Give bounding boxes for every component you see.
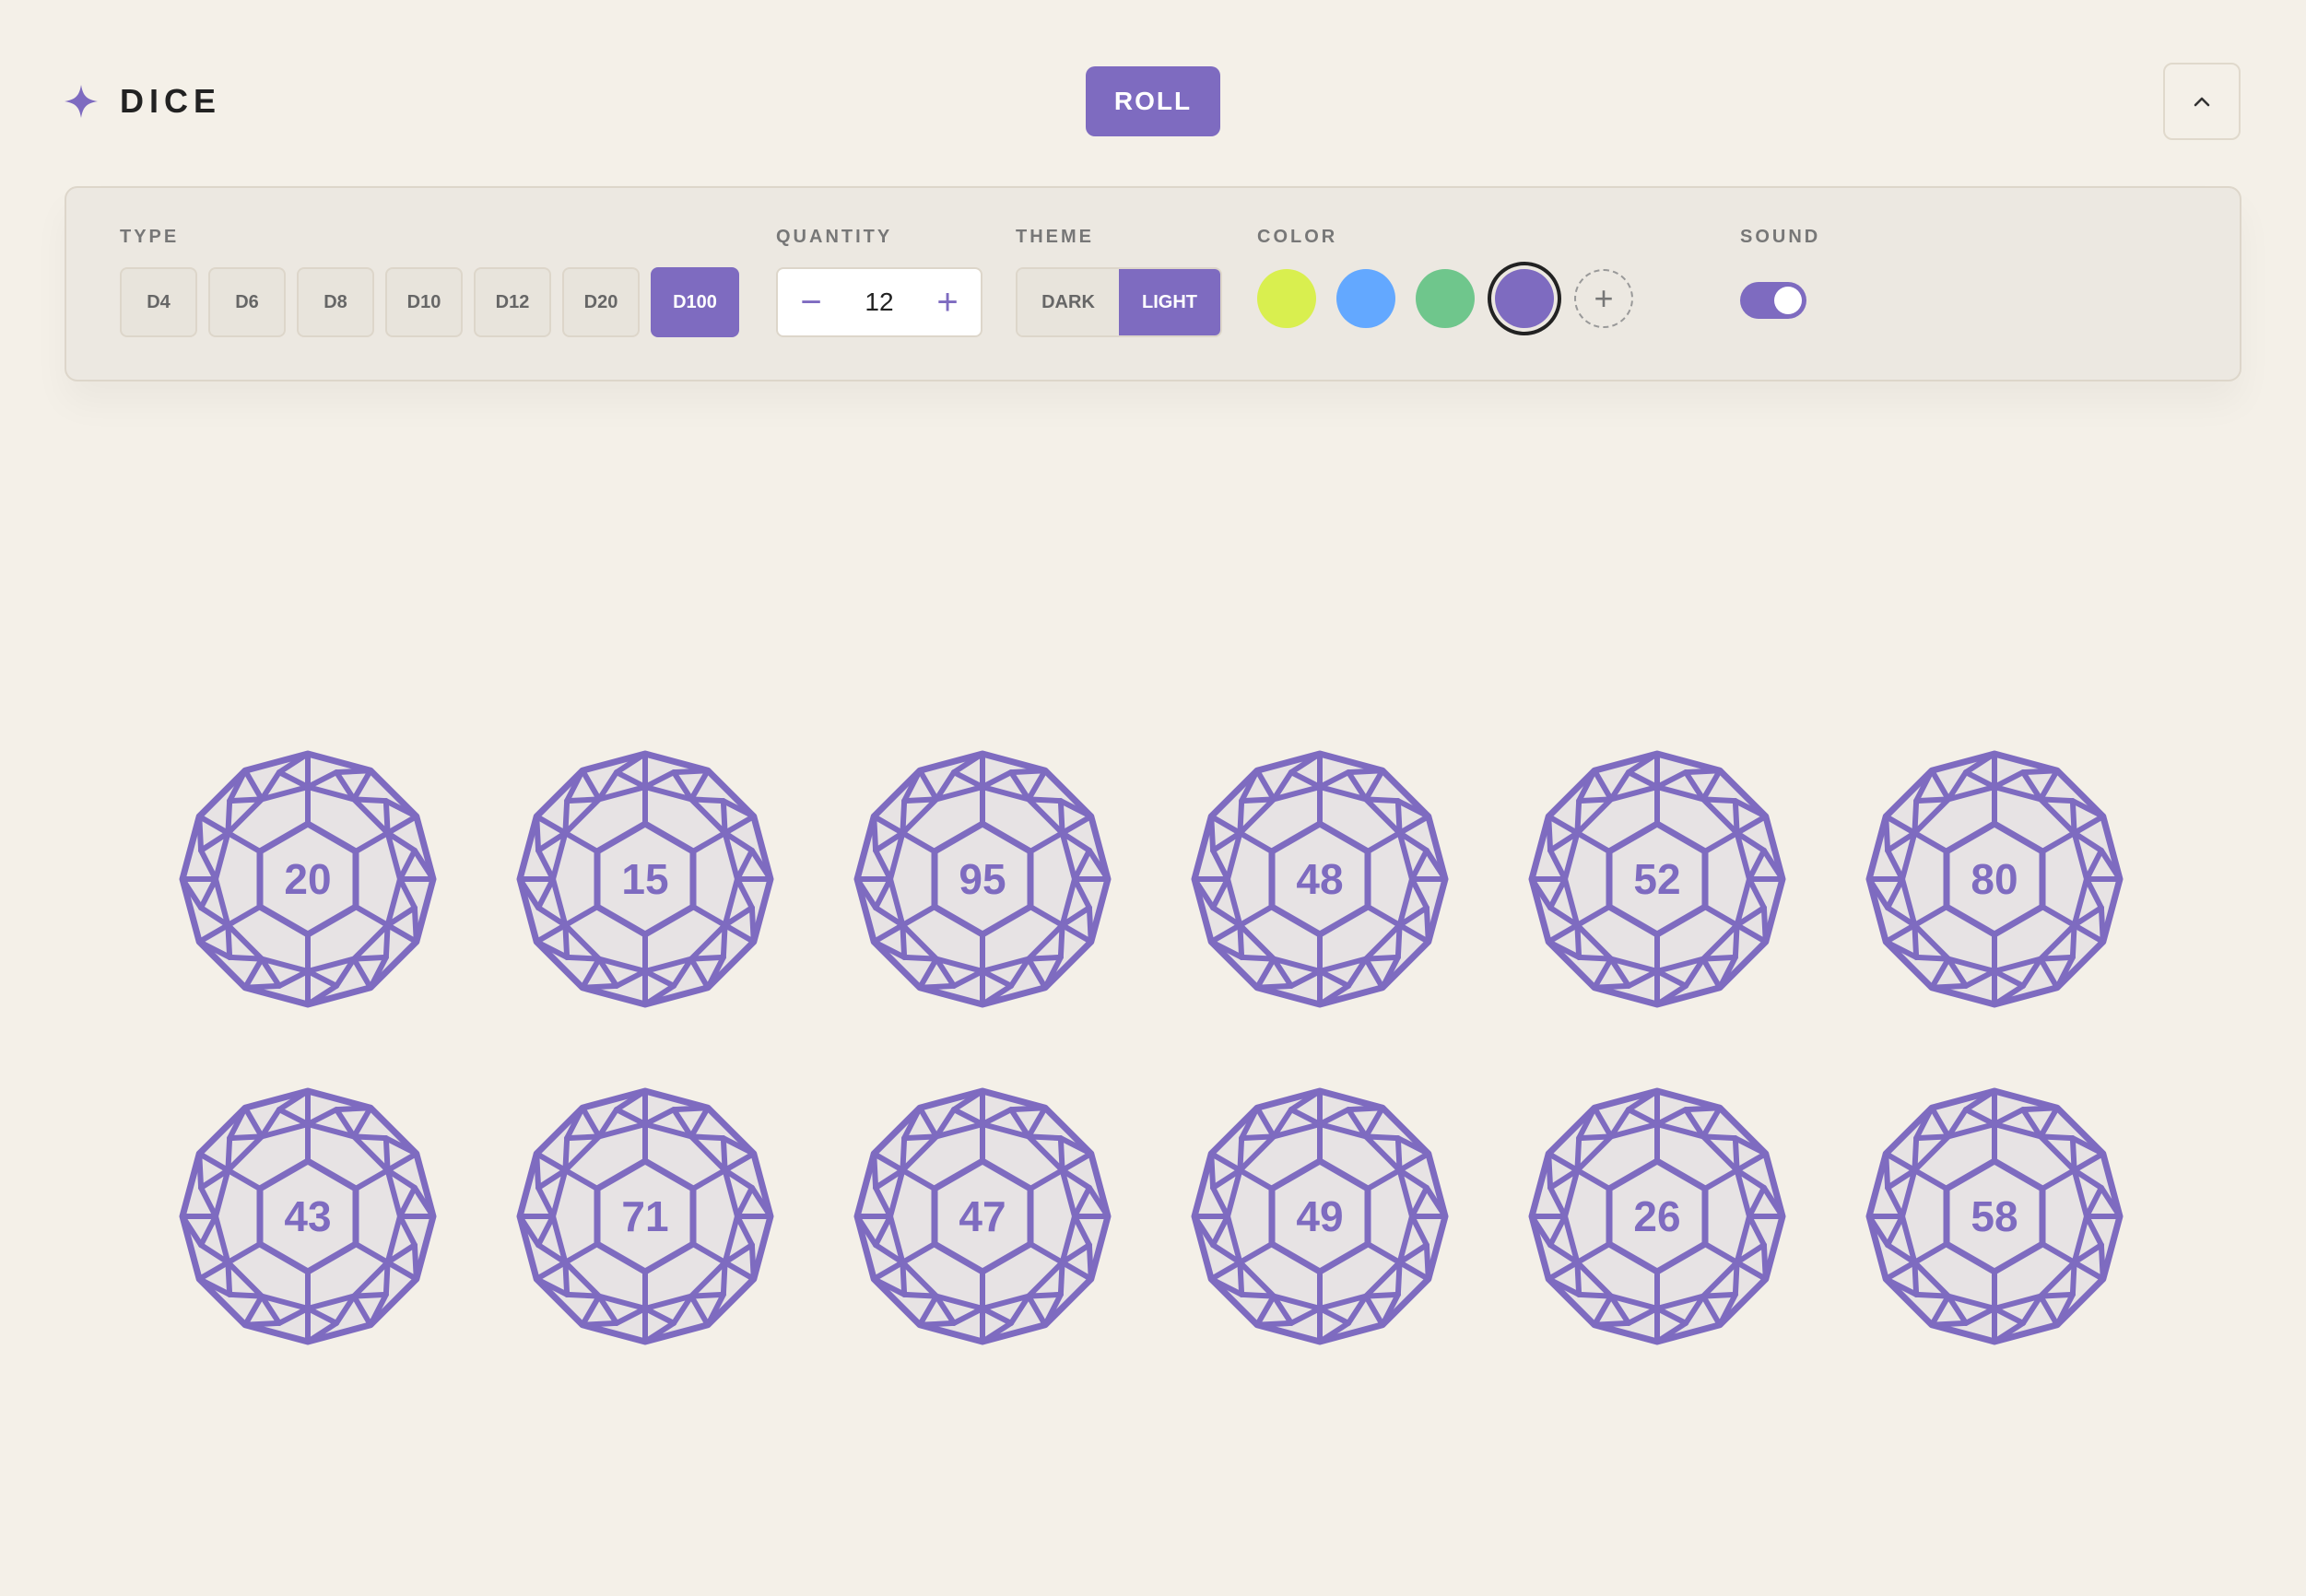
die-value: 52 — [1633, 855, 1681, 903]
roll-button[interactable]: ROLL — [1086, 66, 1220, 136]
die-value: 95 — [959, 855, 1006, 903]
die-value: 80 — [1971, 855, 2018, 903]
die[interactable]: 15 — [514, 748, 776, 1010]
brand: DICE — [63, 81, 221, 122]
quantity-stepper: − 12 + — [776, 267, 982, 337]
theme-option-dark[interactable]: DARK — [1018, 269, 1119, 335]
die-value: 43 — [284, 1192, 332, 1240]
type-button-d20[interactable]: D20 — [562, 267, 640, 337]
color-label: COLOR — [1257, 227, 1338, 247]
die[interactable]: 80 — [1864, 748, 2125, 1010]
type-button-d12[interactable]: D12 — [474, 267, 551, 337]
dice-tray: 20 15 95 48 52 80 43 71 47 49 26 58 — [0, 387, 2306, 1596]
die-type-selector: D4 D6 D8 D10 D12 D20 D100 — [120, 267, 739, 337]
die[interactable]: 58 — [1864, 1086, 2125, 1347]
die-value: 20 — [284, 855, 332, 903]
quantity-increment-button[interactable]: + — [931, 284, 964, 321]
sparkle-icon — [65, 85, 98, 118]
app-title: DICE — [120, 82, 222, 120]
die[interactable]: 71 — [514, 1086, 776, 1347]
die[interactable]: 52 — [1526, 748, 1788, 1010]
die[interactable]: 26 — [1526, 1086, 1788, 1347]
die[interactable]: 48 — [1189, 748, 1451, 1010]
type-label: TYPE — [120, 227, 180, 247]
die[interactable]: 95 — [852, 748, 1113, 1010]
quantity-decrement-button[interactable]: − — [794, 284, 828, 321]
chevron-up-icon — [2194, 97, 2210, 107]
die[interactable]: 47 — [852, 1086, 1113, 1347]
die-value: 48 — [1296, 855, 1344, 903]
add-color-button[interactable]: + — [1574, 269, 1633, 328]
die-value: 26 — [1633, 1192, 1681, 1240]
theme-option-light[interactable]: LIGHT — [1119, 269, 1220, 335]
die[interactable]: 20 — [177, 748, 439, 1010]
quantity-value[interactable]: 12 — [865, 288, 893, 317]
die-value: 49 — [1296, 1192, 1344, 1240]
theme-toggle: DARK LIGHT — [1016, 267, 1222, 337]
die-value: 15 — [621, 855, 669, 903]
sound-label: SOUND — [1740, 227, 1821, 247]
header: DICE ROLL — [0, 0, 2306, 184]
type-button-d6[interactable]: D6 — [208, 267, 286, 337]
die-value: 58 — [1971, 1192, 2018, 1240]
color-swatch-green[interactable] — [1416, 269, 1475, 328]
color-swatches: + — [1257, 269, 1633, 328]
color-swatch-purple[interactable] — [1495, 269, 1554, 328]
collapse-settings-button[interactable] — [2163, 63, 2241, 140]
settings-panel: TYPE D4 D6 D8 D10 D12 D20 D100 QUANTITY … — [65, 186, 2241, 381]
type-button-d10[interactable]: D10 — [385, 267, 463, 337]
die-value: 47 — [959, 1192, 1006, 1240]
type-button-d8[interactable]: D8 — [297, 267, 374, 337]
die[interactable]: 49 — [1189, 1086, 1451, 1347]
type-button-d4[interactable]: D4 — [120, 267, 197, 337]
color-swatch-blue[interactable] — [1336, 269, 1395, 328]
type-button-d100[interactable]: D100 — [651, 267, 739, 337]
app-window: DICE ROLL TYPE D4 D6 D8 D10 D12 D20 D100… — [0, 0, 2306, 1596]
sound-toggle-knob — [1774, 287, 1802, 314]
die[interactable]: 43 — [177, 1086, 439, 1347]
theme-label: THEME — [1016, 227, 1094, 247]
die-value: 71 — [621, 1192, 669, 1240]
sound-toggle[interactable] — [1740, 282, 1806, 319]
color-swatch-yellow[interactable] — [1257, 269, 1316, 328]
plus-icon: + — [1594, 279, 1614, 317]
quantity-label: QUANTITY — [776, 227, 893, 247]
